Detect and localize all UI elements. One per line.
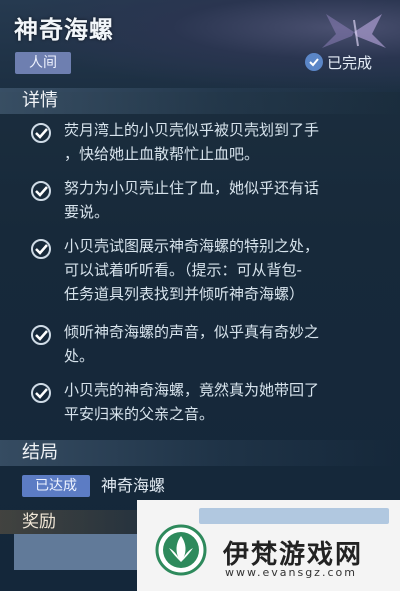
list-item: 倾听神奇海螺的声音，似乎真有奇妙之 处。 xyxy=(0,318,400,370)
watermark-banner xyxy=(199,508,389,524)
quest-title: 神奇海螺 xyxy=(14,16,114,44)
objective-text: 倾听神奇海螺的声音，似乎真有奇妙之 处。 xyxy=(64,323,320,365)
reward-slot[interactable] xyxy=(14,534,144,570)
check-icon xyxy=(31,325,51,345)
objective-text: 荧月湾上的小贝壳似乎被贝壳划到了手 ，快给她止血散帮忙止血吧。 xyxy=(64,121,320,163)
watermark-url: www.evansgz.com xyxy=(225,566,357,579)
quest-header: 神奇海螺 人间 已完成 xyxy=(0,0,400,92)
check-circle-icon xyxy=(305,53,323,71)
achieved-badge: 已达成 xyxy=(22,475,90,497)
ending-name: 神奇海螺 xyxy=(101,476,166,495)
category-tag: 人间 xyxy=(15,52,71,74)
objective-text: 努力为小贝壳止住了血，她似乎还有话 要说。 xyxy=(64,179,320,221)
objective-text: 小贝壳的神奇海螺，竟然真为她带回了 平安归来的父亲之音。 xyxy=(64,381,320,423)
watermark: 伊梵游戏网 www.evansgz.com xyxy=(137,500,400,591)
site-logo-icon xyxy=(155,524,207,576)
status-text: 已完成 xyxy=(327,53,373,72)
check-icon xyxy=(31,181,51,201)
check-icon xyxy=(31,383,51,403)
list-item: 小贝壳试图展示神奇海螺的特别之处， 可以试着听听看。（提示：可从背包- 任务道具… xyxy=(0,232,400,310)
objective-text: 小贝壳试图展示神奇海螺的特别之处， 可以试着听听看。（提示：可从背包- 任务道具… xyxy=(64,237,320,303)
butterfly-emblem-icon xyxy=(322,14,386,48)
status-badge: 已完成 xyxy=(305,50,372,74)
list-item: 努力为小贝壳止住了血，她似乎还有话 要说。 xyxy=(0,174,400,226)
ending-heading: 结局 xyxy=(0,440,400,466)
list-item: 小贝壳的神奇海螺，竟然真为她带回了 平安归来的父亲之音。 xyxy=(0,376,400,428)
list-item: 荧月湾上的小贝壳似乎被贝壳划到了手 ，快给她止血散帮忙止血吧。 xyxy=(0,116,400,168)
details-heading: 详情 xyxy=(0,88,400,114)
check-icon xyxy=(31,123,51,143)
check-icon xyxy=(31,239,51,259)
